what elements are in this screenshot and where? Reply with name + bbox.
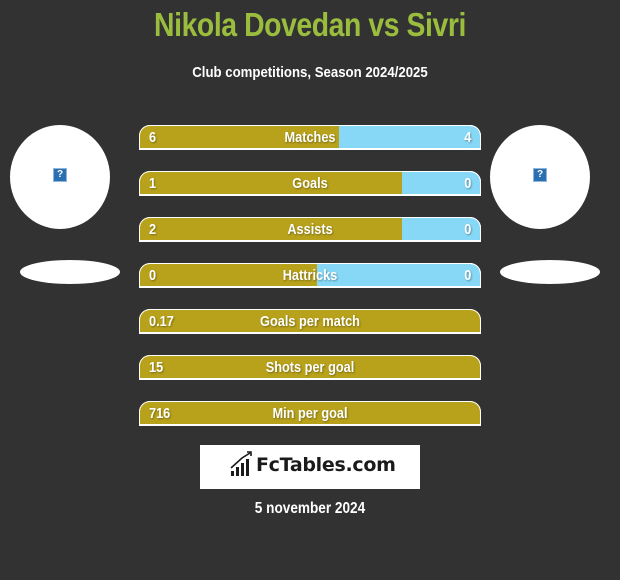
missing-image-icon: ?	[533, 168, 547, 182]
stat-label: Hattricks	[282, 267, 338, 284]
stat-row-matches: 6 Matches 4	[139, 125, 481, 150]
stat-row-assists: 2 Assists 0	[139, 217, 481, 242]
left-value: 6	[149, 129, 157, 146]
stat-label: Goals	[292, 175, 328, 192]
logo-text: FcTables.com	[256, 454, 396, 476]
date-label: 5 november 2024	[254, 500, 366, 517]
bar-chart-trend-icon	[230, 451, 252, 476]
missing-image-icon: ?	[53, 168, 67, 182]
fctables-logo[interactable]: FcTables.com	[200, 445, 420, 489]
left-value: 1	[149, 175, 157, 192]
stat-label: Shots per goal	[265, 359, 355, 376]
stat-row-shots-per-goal: 15 Shots per goal	[139, 355, 481, 380]
stat-row-goals-per-match: 0.17 Goals per match	[139, 309, 481, 334]
stat-row-hattricks: 0 Hattricks 0	[139, 263, 481, 288]
stat-label: Goals per match	[260, 313, 360, 330]
right-value: 0	[463, 221, 471, 238]
left-value: 2	[149, 221, 157, 238]
right-value: 4	[463, 129, 471, 146]
right-player-avatar: ?	[490, 125, 590, 229]
stat-row-min-per-goal: 716 Min per goal	[139, 401, 481, 426]
page-title: Nikola Dovedan vs Sivri	[154, 6, 466, 43]
right-value: 0	[463, 175, 471, 192]
stat-label: Assists	[287, 221, 333, 238]
stat-label: Min per goal	[272, 405, 348, 422]
left-value: 15	[149, 359, 164, 376]
right-value: 0	[463, 267, 471, 284]
left-player-badge	[20, 260, 120, 284]
right-player-badge	[500, 260, 600, 284]
left-value: 0	[149, 267, 157, 284]
stat-label: Matches	[284, 129, 336, 146]
stat-row-goals: 1 Goals 0	[139, 171, 481, 196]
competition-subtitle: Club competitions, Season 2024/2025	[192, 64, 428, 81]
left-player-avatar: ?	[10, 125, 110, 229]
